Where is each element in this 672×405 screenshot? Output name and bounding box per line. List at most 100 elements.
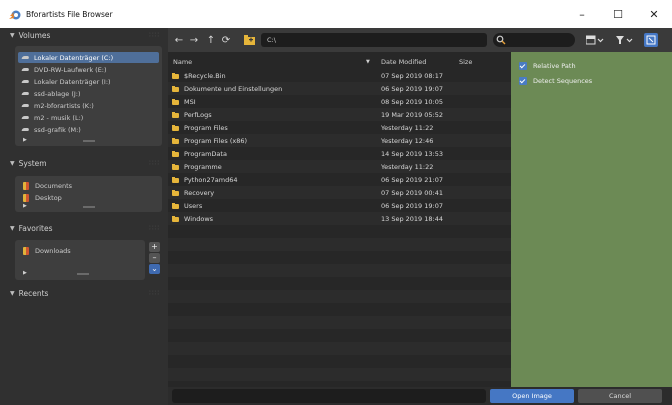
minimize-button[interactable]: – (564, 0, 600, 28)
volume-label: m2-bforartists (K:) (34, 101, 94, 110)
file-list-header: Name ▼ Date Modified Size (168, 56, 511, 68)
volume-item-m[interactable]: ssd-grafik (M:) (18, 124, 159, 135)
favorites-controls: + – ⌄ (149, 242, 160, 275)
file-name: Python27amd64 (184, 176, 238, 184)
favorites-list: Downloads ▶ (15, 240, 145, 280)
folder-icon (172, 150, 179, 157)
options-panel: Relative Path Detect Sequences (511, 52, 672, 387)
file-row[interactable]: Programme Yesterday 11:22 (168, 160, 511, 173)
volume-label: Lokaler Datenträger (C:) (34, 53, 114, 62)
collapse-arrow-icon: ▼ (10, 224, 15, 232)
file-name: PerfLogs (184, 111, 212, 119)
detect-sequences-label: Detect Sequences (533, 77, 593, 85)
volume-label: DVD-RW-Laufwerk (E:) (34, 65, 107, 74)
remove-favorite-button[interactable]: – (149, 253, 160, 263)
new-folder-button[interactable] (242, 33, 256, 47)
folder-icon (172, 215, 179, 222)
volume-item-l[interactable]: m2 - musik (L:) (18, 112, 159, 123)
recents-panel-header[interactable]: ▼ Recents ∷∷ (10, 286, 166, 300)
file-row[interactable]: Recovery 07 Sep 2019 00:41 (168, 186, 511, 199)
resize-grip-icon[interactable] (83, 140, 95, 142)
file-row[interactable]: Dokumente und Einstellungen 06 Sep 2019 1… (168, 82, 511, 95)
favorite-item-downloads[interactable]: Downloads (18, 245, 142, 256)
file-name: MSI (184, 98, 196, 106)
system-item-documents[interactable]: Documents (18, 180, 159, 191)
desktop-folder-icon (23, 193, 29, 202)
folder-icon (172, 72, 179, 79)
file-date: 06 Sep 2019 19:07 (381, 85, 443, 93)
file-row[interactable]: $Recycle.Bin 07 Sep 2019 08:17 (168, 69, 511, 82)
volume-item-i[interactable]: Lokaler Datenträger (I:) (18, 76, 159, 87)
file-row[interactable]: ProgramData 14 Sep 2019 13:53 (168, 147, 511, 160)
filename-input[interactable] (172, 389, 486, 403)
volumes-panel-header[interactable]: ▼ Volumes ∷∷ (10, 28, 166, 42)
file-date: 19 Mar 2019 05:52 (381, 111, 444, 119)
folder-icon (172, 124, 179, 131)
search-field[interactable] (493, 33, 575, 47)
file-row[interactable]: Python27amd64 06 Sep 2019 21:07 (168, 173, 511, 186)
drag-handle-icon[interactable]: ∷∷ (149, 31, 160, 39)
expand-list-icon[interactable]: ▶ (23, 270, 27, 276)
drag-handle-icon[interactable]: ∷∷ (149, 159, 160, 167)
sort-arrow-icon[interactable]: ▼ (366, 59, 370, 65)
refresh-button[interactable]: ⟳ (219, 33, 233, 47)
file-row[interactable]: Program Files (x86) Yesterday 12:46 (168, 134, 511, 147)
back-button[interactable]: ← (172, 33, 186, 47)
expand-list-icon[interactable]: ▶ (23, 203, 27, 209)
drag-handle-icon[interactable]: ∷∷ (149, 224, 160, 232)
relative-path-checkbox[interactable] (519, 62, 527, 70)
list-view-icon (586, 35, 604, 45)
volume-label: m2 - musik (L:) (34, 113, 84, 122)
system-list: Documents Desktop ▶ (15, 176, 162, 212)
collapse-arrow-icon: ▼ (10, 31, 15, 39)
drag-handle-icon[interactable]: ∷∷ (149, 289, 160, 297)
resize-grip-icon[interactable] (83, 206, 95, 208)
file-row[interactable]: MSI 08 Sep 2019 10:05 (168, 95, 511, 108)
size-column-header[interactable]: Size (459, 58, 472, 66)
file-date: 06 Sep 2019 21:07 (381, 176, 443, 184)
file-row[interactable]: Users 06 Sep 2019 19:07 (168, 199, 511, 212)
drive-icon (22, 127, 29, 132)
open-image-button[interactable]: Open Image (490, 389, 574, 403)
forward-button[interactable]: → (187, 33, 201, 47)
drive-icon (22, 103, 29, 108)
volume-item-k[interactable]: m2-bforartists (K:) (18, 100, 159, 111)
file-name: Recovery (184, 189, 215, 197)
file-row[interactable]: Windows 13 Sep 2019 18:44 (168, 212, 511, 225)
cancel-button[interactable]: Cancel (578, 389, 662, 403)
system-panel-header[interactable]: ▼ System ∷∷ (10, 156, 166, 170)
file-name: Windows (184, 215, 214, 223)
maximize-button[interactable]: ☐ (600, 0, 636, 28)
directory-path-field[interactable]: C:\ (261, 33, 487, 47)
volume-item-j[interactable]: ssd-ablage (J:) (18, 88, 159, 99)
file-row[interactable]: Program Files Yesterday 11:22 (168, 121, 511, 134)
favorites-menu-button[interactable]: ⌄ (149, 264, 160, 274)
display-mode-dropdown[interactable] (584, 33, 606, 47)
expand-list-icon[interactable]: ▶ (23, 137, 27, 143)
volume-item-e[interactable]: DVD-RW-Laufwerk (E:) (18, 64, 159, 75)
drive-icon (22, 91, 29, 96)
folder-icon (172, 137, 179, 144)
empty-row-stripe (168, 238, 511, 251)
file-row[interactable]: PerfLogs 19 Mar 2019 05:52 (168, 108, 511, 121)
add-favorite-button[interactable]: + (149, 242, 160, 252)
parent-directory-button[interactable]: ↑ (204, 33, 218, 47)
relative-path-option[interactable]: Relative Path (519, 61, 576, 71)
close-button[interactable]: ✕ (636, 0, 672, 28)
file-name: Programme (184, 163, 222, 171)
detect-sequences-option[interactable]: Detect Sequences (519, 76, 592, 86)
downloads-folder-icon (23, 246, 29, 255)
favorites-panel-header[interactable]: ▼ Favorites ∷∷ (10, 221, 166, 235)
drive-icon (22, 115, 29, 120)
toggle-options-button[interactable] (644, 33, 658, 47)
resize-grip-icon[interactable] (77, 273, 89, 275)
detect-sequences-checkbox[interactable] (519, 77, 527, 85)
date-column-header[interactable]: Date Modified (381, 58, 426, 66)
name-column-header[interactable]: Name (173, 58, 192, 66)
volume-label: ssd-ablage (J:) (34, 89, 81, 98)
system-item-desktop[interactable]: Desktop (18, 192, 159, 203)
new-folder-icon (243, 35, 255, 45)
file-name: Dokumente und Einstellungen (184, 85, 283, 93)
filter-dropdown[interactable] (614, 33, 636, 47)
volume-item-c[interactable]: Lokaler Datenträger (C:) (18, 52, 159, 63)
